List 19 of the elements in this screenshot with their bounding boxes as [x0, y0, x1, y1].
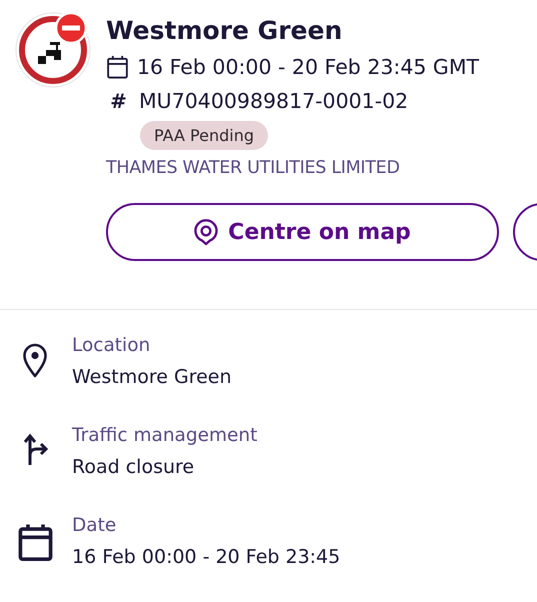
organisation-name: THAMES WATER UTILITIES LIMITED: [106, 158, 401, 178]
no-water-tap-icon: [15, 10, 93, 88]
calendar-icon: [106, 55, 129, 80]
date-range: 16 Feb 00:00 - 20 Feb 23:45 GMT: [137, 55, 480, 80]
detail-value: 16 Feb 00:00 - 20 Feb 23:45: [72, 546, 340, 568]
target-pin-icon: [194, 218, 218, 246]
detail-label: Date: [72, 515, 118, 536]
location-pin-icon: [22, 343, 48, 379]
works-title: Westmore Green: [106, 16, 344, 45]
turn-arrow-icon: [22, 433, 48, 467]
detail-value: Westmore Green: [72, 366, 232, 388]
reference-number: MU70400989817-0001-02: [139, 89, 408, 114]
calendar-icon: [16, 523, 54, 562]
detail-value: Road closure: [72, 456, 196, 478]
status-badge: PAA Pending: [140, 121, 268, 150]
hash-icon: #: [106, 89, 131, 114]
detail-label: Location: [72, 335, 152, 356]
detail-label: Traffic management: [72, 425, 258, 446]
centre-on-map-button[interactable]: Centre on map: [106, 203, 499, 262]
